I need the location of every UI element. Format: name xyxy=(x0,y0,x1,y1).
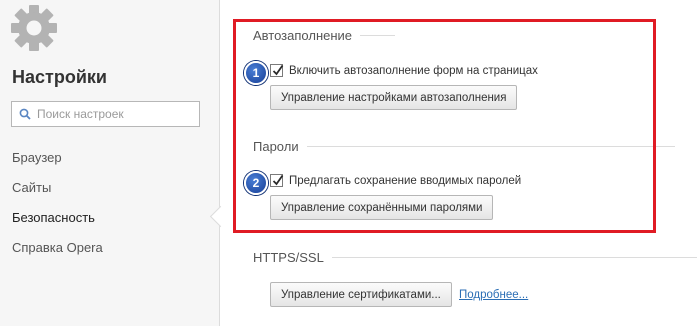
page-title: Настройки xyxy=(12,67,107,87)
step-badge-1: 1 xyxy=(244,61,268,85)
sidebar-item-opera-help[interactable]: Справка Opera xyxy=(12,236,103,266)
sidebar-item-sites[interactable]: Сайты xyxy=(12,176,103,206)
manage-certificates-button[interactable]: Управление сертификатами... xyxy=(270,282,452,307)
sidebar-item-browser[interactable]: Браузер xyxy=(12,146,103,176)
divider xyxy=(331,257,697,258)
sidebar-item-security[interactable]: Безопасность xyxy=(12,206,103,236)
learn-more-link[interactable]: Подробнее... xyxy=(459,289,528,301)
search-icon xyxy=(19,108,31,120)
search-box[interactable] xyxy=(11,101,200,127)
gear-icon xyxy=(11,5,57,51)
sidebar-nav: Браузер Сайты Безопасность Справка Opera xyxy=(12,146,103,266)
https-title: HTTPS/SSL xyxy=(253,250,324,265)
search-input[interactable] xyxy=(37,107,187,121)
https-section-header: HTTPS/SSL xyxy=(253,250,697,265)
highlight-frame xyxy=(233,19,656,233)
sidebar: Настройки Браузер Сайты Безопасность Спр… xyxy=(0,0,220,326)
step-badge-2: 2 xyxy=(244,171,268,195)
